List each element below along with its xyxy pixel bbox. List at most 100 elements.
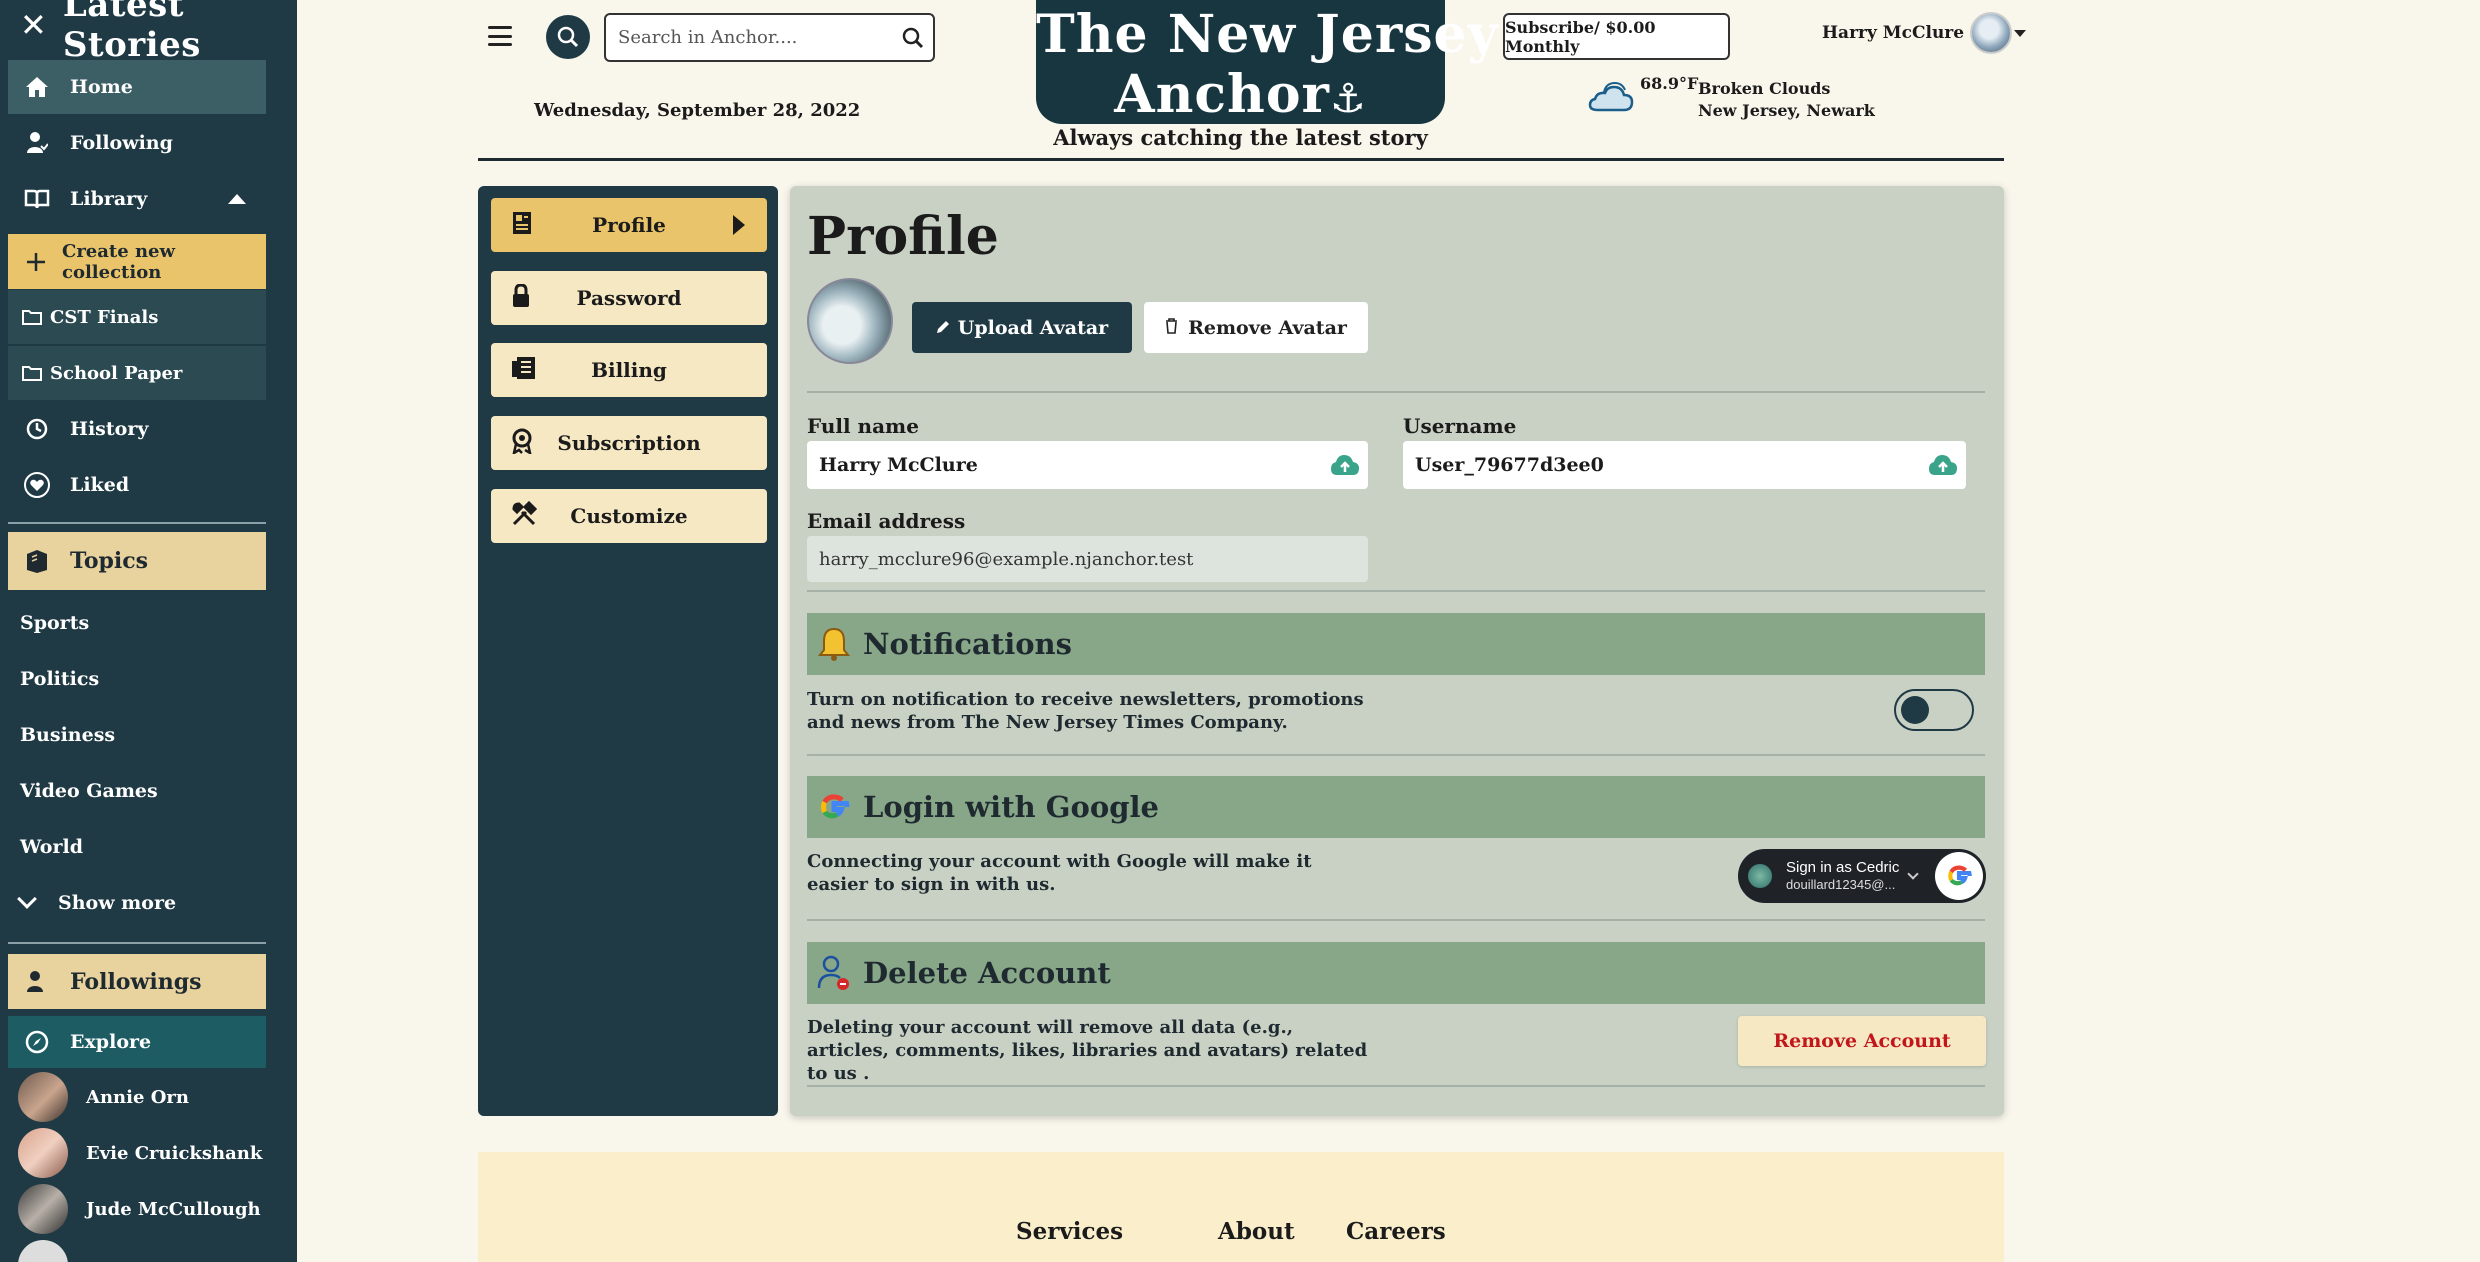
subscribe-button[interactable]: Subscribe/ $0.00 Monthly bbox=[1503, 13, 1730, 60]
delete-account-text: Deleting your account will remove all da… bbox=[807, 1017, 1368, 1084]
avatar bbox=[807, 278, 893, 364]
sidebar-item-history[interactable]: History bbox=[8, 402, 266, 456]
nav-profile[interactable]: Profile bbox=[491, 198, 767, 252]
explore-button[interactable]: Explore bbox=[8, 1016, 266, 1068]
user-name: Harry McClure bbox=[1822, 23, 1965, 43]
heart-icon bbox=[22, 472, 52, 498]
chevron-down-icon[interactable] bbox=[1907, 868, 1920, 880]
toggle-knob bbox=[1901, 696, 1929, 724]
avatar bbox=[18, 1240, 68, 1262]
sidebar-item-library[interactable]: Library bbox=[8, 172, 266, 226]
topic-business[interactable]: Business bbox=[20, 724, 115, 746]
sidebar-item-following[interactable]: Following bbox=[8, 116, 266, 170]
sidebar-item-label: Library bbox=[70, 188, 148, 210]
remove-avatar-button[interactable]: Remove Avatar bbox=[1144, 302, 1368, 353]
billing-icon bbox=[511, 356, 537, 385]
sidebar-header: ✕ Latest Stories bbox=[0, 0, 297, 65]
profile-panel: Profile Upload Avatar Remove Avatar Full… bbox=[790, 186, 2004, 1116]
award-icon bbox=[511, 428, 533, 459]
footer-link-careers[interactable]: Careers bbox=[1346, 1218, 1446, 1245]
sidebar-item-liked[interactable]: Liked bbox=[8, 458, 266, 512]
followed-user[interactable]: Jude McCullough bbox=[18, 1184, 261, 1234]
full-name-field[interactable]: Harry McClure bbox=[807, 441, 1368, 489]
header-divider bbox=[478, 158, 2004, 161]
upload-avatar-button[interactable]: Upload Avatar bbox=[912, 302, 1132, 353]
nav-customize[interactable]: Customize bbox=[491, 489, 767, 543]
sidebar: ✕ Latest Stories Home Following Library … bbox=[0, 0, 297, 1262]
footer-link-about[interactable]: About bbox=[1218, 1218, 1295, 1245]
caret-down-icon bbox=[2014, 29, 2027, 37]
followed-user[interactable] bbox=[18, 1240, 86, 1262]
notifications-toggle[interactable] bbox=[1894, 689, 1974, 731]
collection-label: School Paper bbox=[50, 362, 183, 384]
masthead-line2-text: Anchor bbox=[1114, 64, 1330, 125]
explore-label: Explore bbox=[70, 1031, 152, 1053]
user-follow-icon bbox=[22, 131, 52, 155]
collection-item[interactable]: School Paper bbox=[8, 346, 266, 400]
nav-password[interactable]: Password bbox=[491, 271, 767, 325]
compass-icon bbox=[22, 1030, 52, 1054]
sidebar-item-home[interactable]: Home bbox=[8, 60, 266, 114]
close-icon[interactable]: ✕ bbox=[20, 9, 47, 41]
chevron-down-icon bbox=[17, 889, 37, 909]
caret-right-icon bbox=[733, 215, 745, 235]
avatar bbox=[18, 1184, 68, 1234]
nav-billing[interactable]: Billing bbox=[491, 343, 767, 397]
masthead-logo[interactable]: The New Jersey Anchor⚓ bbox=[1036, 0, 1498, 124]
menu-icon[interactable] bbox=[488, 26, 512, 46]
followed-user[interactable]: Annie Orn bbox=[18, 1072, 189, 1122]
sidebar-item-label: Liked bbox=[70, 474, 130, 496]
google-sign-in-label: Sign in as Cedric bbox=[1786, 859, 1900, 876]
user-menu[interactable]: Harry McClure bbox=[1822, 12, 2027, 54]
avatar bbox=[18, 1128, 68, 1178]
search-icon bbox=[557, 26, 579, 48]
remove-avatar-label: Remove Avatar bbox=[1188, 316, 1347, 339]
profile-card-icon bbox=[511, 211, 533, 240]
search-icon[interactable] bbox=[901, 26, 925, 54]
divider bbox=[807, 1085, 1985, 1087]
delete-account-header: Delete Account bbox=[807, 942, 1985, 1004]
search-input[interactable] bbox=[618, 27, 888, 48]
sidebar-divider bbox=[8, 522, 266, 524]
notifications-text: Turn on notification to receive newslett… bbox=[807, 689, 1364, 733]
weather-location: New Jersey, Newark bbox=[1698, 101, 1875, 120]
history-icon bbox=[22, 417, 52, 441]
username-field[interactable]: User_79677d3ee0 bbox=[1403, 441, 1966, 489]
topic-world[interactable]: World bbox=[20, 836, 83, 858]
nav-subscription[interactable]: Subscription bbox=[491, 416, 767, 470]
topics-header[interactable]: Topics bbox=[8, 532, 266, 590]
google-login-title: Login with Google bbox=[863, 790, 1159, 824]
footer: Services About Careers bbox=[478, 1152, 2004, 1262]
email-field: harry_mcclure96@example.njanchor.test bbox=[807, 536, 1368, 582]
sidebar-divider bbox=[8, 942, 266, 944]
chevron-up-icon[interactable] bbox=[228, 194, 246, 204]
cloud-upload-icon[interactable] bbox=[1928, 453, 1958, 482]
nav-label: Password bbox=[576, 286, 682, 310]
search-box bbox=[604, 13, 935, 62]
full-name-value: Harry McClure bbox=[819, 454, 978, 476]
remove-account-button[interactable]: Remove Account bbox=[1738, 1016, 1986, 1066]
sidebar-item-label: History bbox=[70, 418, 149, 440]
masthead-line2: Anchor⚓ bbox=[1036, 66, 1445, 128]
collection-item[interactable]: CST Finals bbox=[8, 290, 266, 344]
footer-link-services[interactable]: Services bbox=[1016, 1218, 1123, 1245]
create-collection-button[interactable]: Create new collection bbox=[8, 234, 266, 289]
google-icon bbox=[817, 790, 855, 824]
topic-video-games[interactable]: Video Games bbox=[20, 780, 158, 802]
show-more-button[interactable]: Show more bbox=[17, 889, 177, 914]
plus-icon bbox=[22, 252, 50, 272]
topic-sports[interactable]: Sports bbox=[20, 612, 89, 634]
topic-politics[interactable]: Politics bbox=[20, 668, 99, 690]
notifications-title: Notifications bbox=[863, 627, 1072, 661]
google-sign-in-button[interactable]: Sign in as Cedric douillard12345@... bbox=[1738, 849, 1986, 903]
search-toggle-button[interactable] bbox=[546, 15, 590, 59]
cloud-upload-icon[interactable] bbox=[1330, 453, 1360, 482]
email-value: harry_mcclure96@example.njanchor.test bbox=[819, 548, 1194, 570]
sidebar-title: Latest Stories bbox=[62, 0, 201, 65]
followings-header[interactable]: Followings bbox=[8, 954, 266, 1009]
upload-avatar-label: Upload Avatar bbox=[957, 316, 1109, 339]
collection-label: CST Finals bbox=[50, 306, 159, 328]
cloud-icon bbox=[1588, 80, 1634, 118]
show-more-label: Show more bbox=[58, 892, 177, 914]
followed-user[interactable]: Evie Cruickshank bbox=[18, 1128, 262, 1178]
